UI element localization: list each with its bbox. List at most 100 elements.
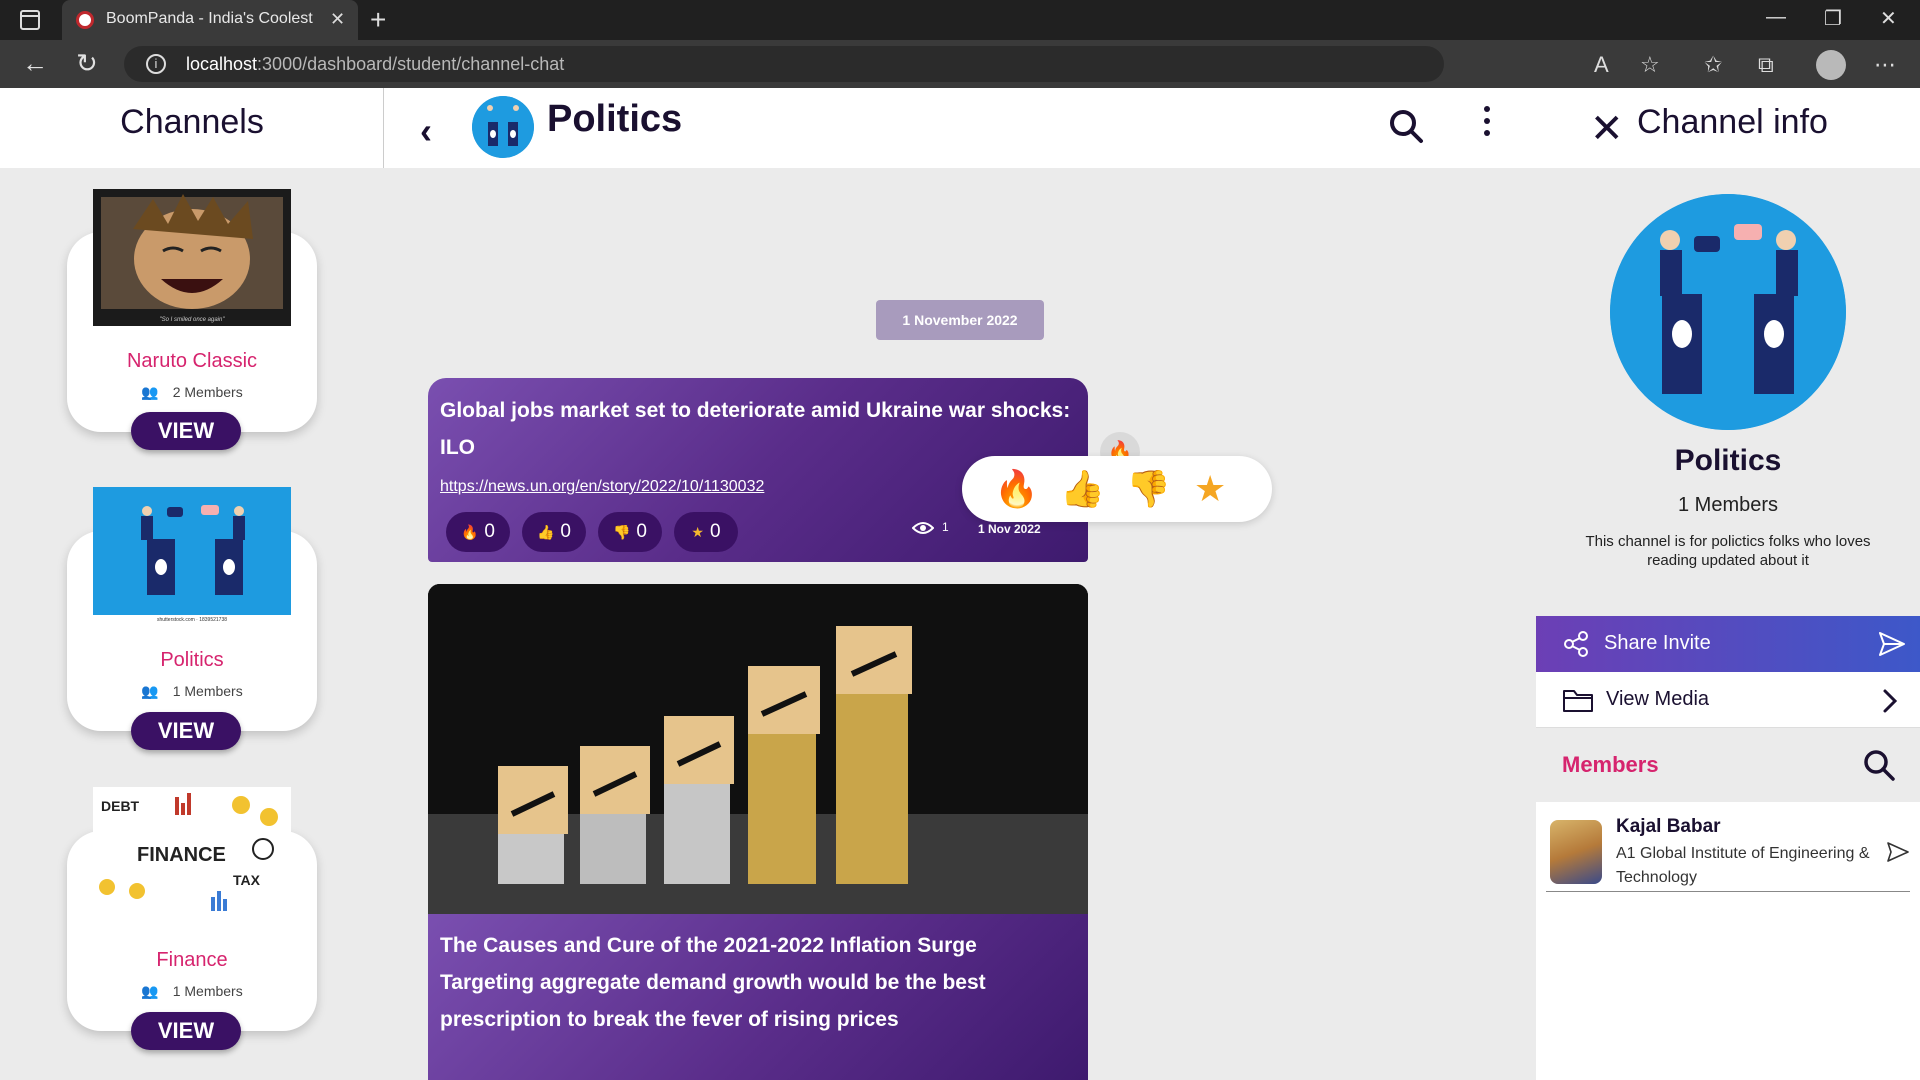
url-text: localhost:3000/dashboard/student/channel…	[186, 54, 565, 74]
read-aloud-icon[interactable]: A	[1594, 52, 1609, 78]
browser-tab[interactable]: BoomPanda - India's Coolest Stu ✕	[62, 0, 358, 40]
collections-icon[interactable]: ⧉	[1758, 52, 1774, 78]
refresh-icon[interactable]: ↻	[76, 48, 98, 79]
post-text: The Causes and Cure of the 2021-2022 Inf…	[428, 914, 1088, 1080]
channel-members: 👥 1 Members	[141, 683, 243, 699]
channels-panel: Channels Naruto Classic 👥 2 Members "So I…	[0, 88, 384, 1080]
channel-info-header: ✕ Channel info	[1536, 88, 1920, 168]
fire-icon: 🔥	[460, 524, 479, 540]
coins-growth-image	[428, 584, 1088, 914]
reaction-picker: 🔥 👍 👎 ★	[962, 456, 1272, 522]
send-icon[interactable]	[1886, 840, 1910, 864]
channel-name: Politics	[1674, 444, 1782, 477]
date-divider: 1 November 2022	[876, 300, 1044, 340]
channel-name: Finance	[156, 949, 228, 971]
star-icon[interactable]: ★	[1194, 468, 1226, 510]
svg-text:DEBT: DEBT	[101, 798, 140, 814]
svg-text:FINANCE: FINANCE	[137, 844, 226, 866]
view-button-finance[interactable]: VIEW	[131, 1012, 241, 1050]
reaction-dislike-button[interactable]: 👎 0	[598, 512, 662, 552]
view-media-label: View Media	[1606, 688, 1710, 710]
star-icon: ★	[691, 524, 704, 540]
sidebar-icon[interactable]	[20, 10, 40, 30]
chat-title: Politics	[547, 98, 683, 140]
info-icon[interactable]: i	[146, 54, 166, 74]
message-text: Global jobs market set to deteriorate am…	[440, 399, 1071, 459]
members-section-header: Members	[1536, 728, 1920, 802]
post-subtitle: Targeting aggregate demand growth would …	[440, 971, 986, 994]
chat-avatar[interactable]	[472, 96, 534, 158]
message-date: 1 Nov 2022	[978, 522, 1041, 536]
add-favorite-icon[interactable]: ☆	[1640, 52, 1660, 78]
channel-image-naruto: "So I smiled once again"	[93, 189, 291, 326]
tab-title: BoomPanda - India's Coolest Stu	[106, 10, 316, 27]
chat-header: ‹ Politics	[384, 88, 1536, 168]
reaction-fire-button[interactable]: 🔥 0	[446, 512, 510, 552]
url-field[interactable]: i localhost:3000/dashboard/student/chann…	[124, 46, 1444, 82]
post-subtitle-cont: prescription to break the fever of risin…	[440, 1008, 899, 1031]
thumbs-up-icon: 👍	[536, 524, 555, 540]
thumbs-down-icon: 👎	[612, 524, 631, 540]
new-tab-icon[interactable]: +	[370, 4, 386, 36]
member-item[interactable]: Kajal Babar A1 Global Institute of Engin…	[1546, 802, 1910, 892]
more-vertical-icon[interactable]	[1484, 106, 1492, 142]
post-image	[428, 584, 1088, 914]
search-icon[interactable]	[1862, 748, 1896, 782]
politics-image: shutterstock.com · 1839521738	[93, 487, 291, 623]
browser-tab-bar: BoomPanda - India's Coolest Stu ✕ + — ❐ …	[0, 0, 1920, 40]
share-icon	[1564, 631, 1588, 657]
share-invite-button[interactable]: Share Invite	[1536, 616, 1920, 672]
more-icon[interactable]: ⋯	[1874, 52, 1896, 78]
search-icon[interactable]	[1388, 108, 1424, 149]
favicon-icon	[76, 11, 94, 29]
channel-avatar	[1610, 194, 1846, 430]
channel-info-panel: ✕ Channel info Politics 1 Members This c…	[1536, 88, 1920, 1080]
maximize-icon[interactable]: ❐	[1824, 6, 1842, 31]
politics-channel-image	[1610, 194, 1846, 430]
svg-text:shutterstock.com · 1839521738: shutterstock.com · 1839521738	[157, 617, 227, 623]
channel-image-finance: DEBT FINANCE TAX	[93, 787, 291, 924]
address-bar: ← ↻ i localhost:3000/dashboard/student/c…	[0, 40, 1920, 88]
finance-image: DEBT FINANCE TAX	[93, 787, 291, 924]
channel-name: Naruto Classic	[126, 350, 258, 372]
politics-avatar-icon	[472, 96, 534, 158]
view-button-naruto[interactable]: VIEW	[131, 412, 241, 450]
svg-text:"So I smiled once again": "So I smiled once again"	[160, 317, 226, 323]
naruto-image: "So I smiled once again"	[93, 189, 291, 326]
app: Channels Naruto Classic 👥 2 Members "So I…	[0, 88, 1920, 1080]
minimize-icon[interactable]: —	[1766, 6, 1786, 29]
favorites-icon[interactable]: ✩	[1704, 52, 1722, 78]
fire-icon[interactable]: 🔥	[994, 468, 1039, 510]
svg-text:TAX: TAX	[233, 872, 261, 888]
member-institute: A1 Global Institute of Engineering & Tec…	[1616, 845, 1870, 886]
close-icon[interactable]: ✕	[1590, 106, 1624, 152]
channels-header: Channels	[0, 88, 384, 168]
back-icon[interactable]: ←	[22, 48, 48, 79]
chevron-left-icon[interactable]: ‹	[420, 110, 432, 152]
thumbs-up-icon[interactable]: 👍	[1060, 468, 1105, 510]
folder-icon	[1563, 690, 1593, 712]
avatar	[1550, 820, 1602, 884]
chat-panel: ‹ Politics 1 November 2022 Global jobs m…	[384, 88, 1536, 1080]
members-icon: 👥	[141, 683, 159, 699]
close-icon[interactable]: ✕	[330, 9, 345, 30]
post-card[interactable]: The Causes and Cure of the 2021-2022 Inf…	[428, 584, 1088, 1080]
share-invite-label: Share Invite	[1604, 632, 1711, 654]
channel-image-politics: shutterstock.com · 1839521738	[93, 487, 291, 624]
view-media-button[interactable]: View Media	[1536, 672, 1920, 728]
send-icon	[1879, 632, 1905, 656]
members-list: Kajal Babar A1 Global Institute of Engin…	[1536, 802, 1920, 1080]
view-button-politics[interactable]: VIEW	[131, 712, 241, 750]
members-icon: 👥	[141, 983, 159, 999]
reaction-like-button[interactable]: 👍 0	[522, 512, 586, 552]
members-label: Members	[1562, 752, 1659, 777]
reaction-star-button[interactable]: ★ 0	[674, 512, 738, 552]
thumbs-down-icon[interactable]: 👎	[1126, 468, 1171, 510]
window-close-icon[interactable]: ✕	[1880, 6, 1897, 31]
profile-icon[interactable]	[1816, 50, 1846, 80]
members-icon: 👥	[141, 384, 159, 400]
views-count: 1	[911, 520, 949, 535]
channel-name: Politics	[160, 649, 224, 671]
channels-title: Channels	[120, 103, 264, 141]
message-link[interactable]: https://news.un.org/en/story/2022/10/113…	[440, 478, 764, 496]
